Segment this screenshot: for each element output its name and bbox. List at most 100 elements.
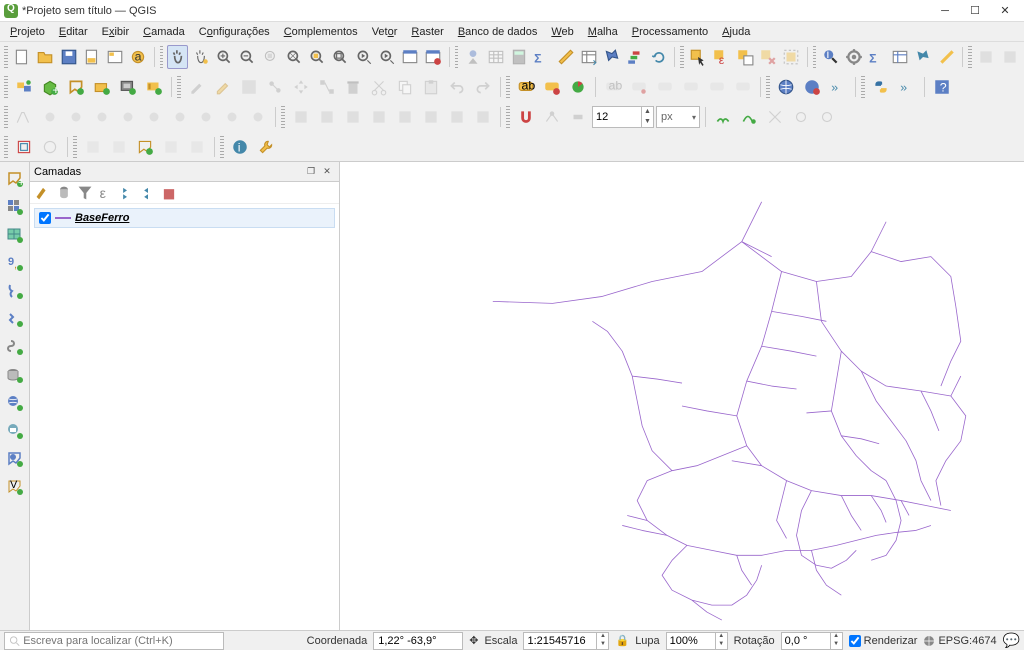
toolbar-handle[interactable]: [4, 106, 8, 128]
render-checkbox[interactable]: [849, 635, 861, 647]
menu-camada[interactable]: Camada: [137, 24, 191, 40]
collapse-all-button[interactable]: [139, 184, 157, 202]
layer-visibility-checkbox[interactable]: [39, 212, 51, 224]
identify-features-button[interactable]: i: [820, 45, 841, 69]
measure-button[interactable]: [555, 45, 576, 69]
snapping-extra-button[interactable]: [815, 105, 839, 129]
adv-btn[interactable]: [38, 105, 62, 129]
menu-projeto[interactable]: Projeto: [4, 24, 51, 40]
menu-ajuda[interactable]: Ajuda: [716, 24, 756, 40]
new-print-layout-button[interactable]: [81, 45, 102, 69]
no-action-button[interactable]: [999, 45, 1020, 69]
toolbar-handle[interactable]: [281, 106, 285, 128]
toolbar-handle[interactable]: [4, 136, 8, 158]
expand-all-button[interactable]: [118, 184, 136, 202]
new-spatialite-button[interactable]: [90, 75, 114, 99]
toolbar-handle[interactable]: [766, 76, 770, 98]
spin-up[interactable]: ▲: [641, 107, 653, 117]
rotation-spinner[interactable]: ▲▼: [781, 632, 843, 650]
new-map-view-button[interactable]: [399, 45, 420, 69]
mesh-btn[interactable]: [107, 135, 131, 159]
adv-btn[interactable]: [168, 105, 192, 129]
toolbar-handle[interactable]: [813, 46, 817, 68]
locator-input[interactable]: [23, 633, 219, 649]
crs-button[interactable]: EPSG:4674: [923, 635, 996, 647]
add-raster-layer-button[interactable]: [2, 194, 28, 220]
spin-up[interactable]: ▲: [716, 633, 727, 641]
adv-btn[interactable]: [445, 105, 469, 129]
toolbar-handle[interactable]: [160, 46, 164, 68]
add-vector-layer-button[interactable]: +: [2, 166, 28, 192]
zoom-last-button[interactable]: [353, 45, 374, 69]
identify-button[interactable]: [462, 45, 483, 69]
add-delimited-text-button[interactable]: 9,: [2, 250, 28, 276]
menu-editar[interactable]: Editar: [53, 24, 94, 40]
select-by-expression-button[interactable]: [734, 45, 755, 69]
menu-web[interactable]: Web: [545, 24, 579, 40]
adv-btn[interactable]: [64, 105, 88, 129]
deselect-all-button[interactable]: [757, 45, 778, 69]
toolbar-handle[interactable]: [968, 46, 972, 68]
help-button[interactable]: ?: [930, 75, 954, 99]
advanced-digitize-button[interactable]: [12, 105, 36, 129]
layout-manager-button[interactable]: [104, 45, 125, 69]
move-label-button[interactable]: [679, 75, 703, 99]
zoom-native-button[interactable]: [260, 45, 281, 69]
zoom-selection-button[interactable]: [307, 45, 328, 69]
no-action-button[interactable]: [976, 45, 997, 69]
add-postgis-button[interactable]: [2, 278, 28, 304]
spin-up[interactable]: ▲: [831, 633, 842, 641]
add-wcs-button[interactable]: [2, 418, 28, 444]
adv-btn[interactable]: [393, 105, 417, 129]
vertex-tool-button[interactable]: [315, 75, 339, 99]
menu-vetor[interactable]: Vetor: [366, 24, 404, 40]
paste-button[interactable]: [419, 75, 443, 99]
map-tips-button[interactable]: Σ: [866, 45, 887, 69]
add-wfs-button[interactable]: [2, 446, 28, 472]
open-project-button[interactable]: [35, 45, 56, 69]
map-canvas[interactable]: [340, 162, 1024, 630]
extents-icon[interactable]: ✥: [469, 634, 478, 647]
toggle-editing-button[interactable]: [211, 75, 235, 99]
delete-selected-button[interactable]: [341, 75, 365, 99]
python-console-button[interactable]: [869, 75, 893, 99]
lupa-spinner[interactable]: ▲▼: [666, 632, 728, 650]
hide-label-button[interactable]: [653, 75, 677, 99]
spin-down[interactable]: ▼: [716, 641, 727, 649]
filter-legend-button[interactable]: [55, 184, 73, 202]
adv-btn[interactable]: [289, 105, 313, 129]
mesh-btn[interactable]: [12, 135, 36, 159]
menu-processamento[interactable]: Processamento: [626, 24, 714, 40]
new-virtual-layer-button[interactable]: [116, 75, 140, 99]
add-feature-button[interactable]: [263, 75, 287, 99]
statistics-summary-button[interactable]: Σ: [532, 45, 553, 69]
adv-btn[interactable]: [116, 105, 140, 129]
add-mesh-layer-button[interactable]: [2, 222, 28, 248]
zoom-layer-button[interactable]: [330, 45, 351, 69]
toolbar-handle[interactable]: [861, 76, 865, 98]
new-project-button[interactable]: [12, 45, 33, 69]
mesh-btn[interactable]: [185, 135, 209, 159]
snap-unit-select[interactable]: px: [656, 106, 700, 128]
toolbar-handle[interactable]: [506, 76, 510, 98]
remove-layer-button[interactable]: [160, 184, 178, 202]
change-label-button[interactable]: [731, 75, 755, 99]
add-wms-button[interactable]: [2, 390, 28, 416]
select-by-value-button[interactable]: ε: [711, 45, 732, 69]
toolbar-handle[interactable]: [220, 136, 224, 158]
scale-input[interactable]: [524, 633, 596, 649]
adv-btn[interactable]: [194, 105, 218, 129]
toolbar-handle[interactable]: [506, 106, 510, 128]
adv-btn[interactable]: [220, 105, 244, 129]
adv-btn[interactable]: [315, 105, 339, 129]
spin-down[interactable]: ▼: [831, 641, 842, 649]
mesh-btn[interactable]: [159, 135, 183, 159]
select-all-button[interactable]: [780, 45, 801, 69]
topological-editing-button[interactable]: [711, 105, 735, 129]
plugin-more-button[interactable]: »: [895, 75, 919, 99]
avoid-intersections-button[interactable]: [763, 105, 787, 129]
new-bookmark-button[interactable]: [578, 45, 599, 69]
info-button[interactable]: i: [228, 135, 252, 159]
save-edits-button[interactable]: [237, 75, 261, 99]
add-oracle-button[interactable]: [2, 362, 28, 388]
